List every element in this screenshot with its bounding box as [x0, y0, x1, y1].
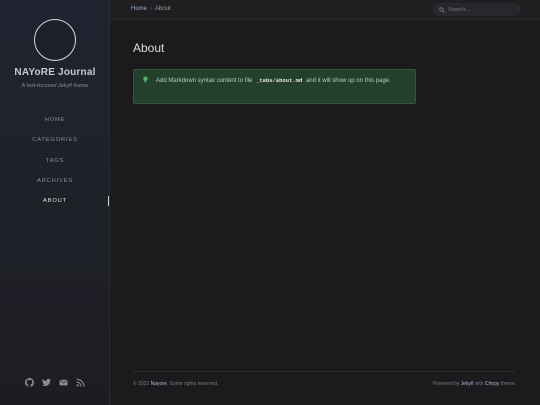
owner-link[interactable]: Nayore [151, 381, 167, 387]
footer-powered-by: Powered by Jekyll with Chirpy theme. [433, 381, 516, 387]
jekyll-link[interactable]: Jekyll [461, 381, 474, 387]
sidebar-social-links [0, 378, 110, 387]
breadcrumb-separator: › [150, 6, 153, 12]
site-title[interactable]: NAYoRE Journal [0, 67, 110, 78]
info-prompt: Add Markdown syntax content to file _tab… [133, 69, 416, 104]
powered-by-text: Powered by [432, 381, 460, 387]
rss-icon[interactable] [76, 378, 85, 387]
sidebar: NAYoRE Journal A text-focused Jekyll the… [0, 0, 110, 405]
topbar: Home › About [110, 0, 540, 20]
sidebar-item-tags[interactable]: TAGS [0, 151, 110, 171]
copyright-year: © 2022 [133, 381, 150, 387]
chirpy-link[interactable]: Chirpy [485, 381, 499, 387]
sidebar-nav: HOME CATEGORIES TAGS ARCHIVES ABOUT [0, 110, 110, 211]
sidebar-item-home[interactable]: HOME [0, 110, 110, 130]
avatar[interactable] [34, 19, 76, 61]
search-input[interactable] [448, 6, 518, 13]
theme-text: theme. [500, 381, 516, 387]
sidebar-item-about[interactable]: ABOUT [0, 191, 110, 211]
twitter-icon[interactable] [42, 378, 51, 387]
page-title: About [133, 41, 165, 55]
breadcrumb: Home › About [131, 6, 171, 12]
search-box[interactable] [433, 3, 521, 16]
rights-text: . Some rights reserved. [166, 381, 219, 387]
breadcrumb-home-link[interactable]: Home [131, 6, 147, 12]
sidebar-item-categories[interactable]: CATEGORIES [0, 130, 110, 150]
site-subtitle: A text-focused Jekyll theme [21, 83, 89, 89]
breadcrumb-current: About [155, 6, 171, 12]
footer-divider [133, 371, 515, 372]
email-icon[interactable] [59, 378, 68, 387]
prompt-text-after: and it will show up on this page. [305, 78, 391, 84]
prompt-text: Add Markdown syntax content to file _tab… [156, 75, 406, 88]
search-icon [439, 6, 445, 13]
github-icon[interactable] [25, 378, 34, 387]
sidebar-item-archives[interactable]: ARCHIVES [0, 171, 110, 191]
prompt-text-before: Add Markdown syntax content to file [156, 78, 253, 84]
prompt-code: _tabs/about.md [256, 77, 303, 84]
with-text: with [474, 381, 484, 387]
footer-copyright: © 2022 Nayore. Some rights reserved. [133, 381, 218, 387]
lightbulb-icon [143, 76, 148, 83]
